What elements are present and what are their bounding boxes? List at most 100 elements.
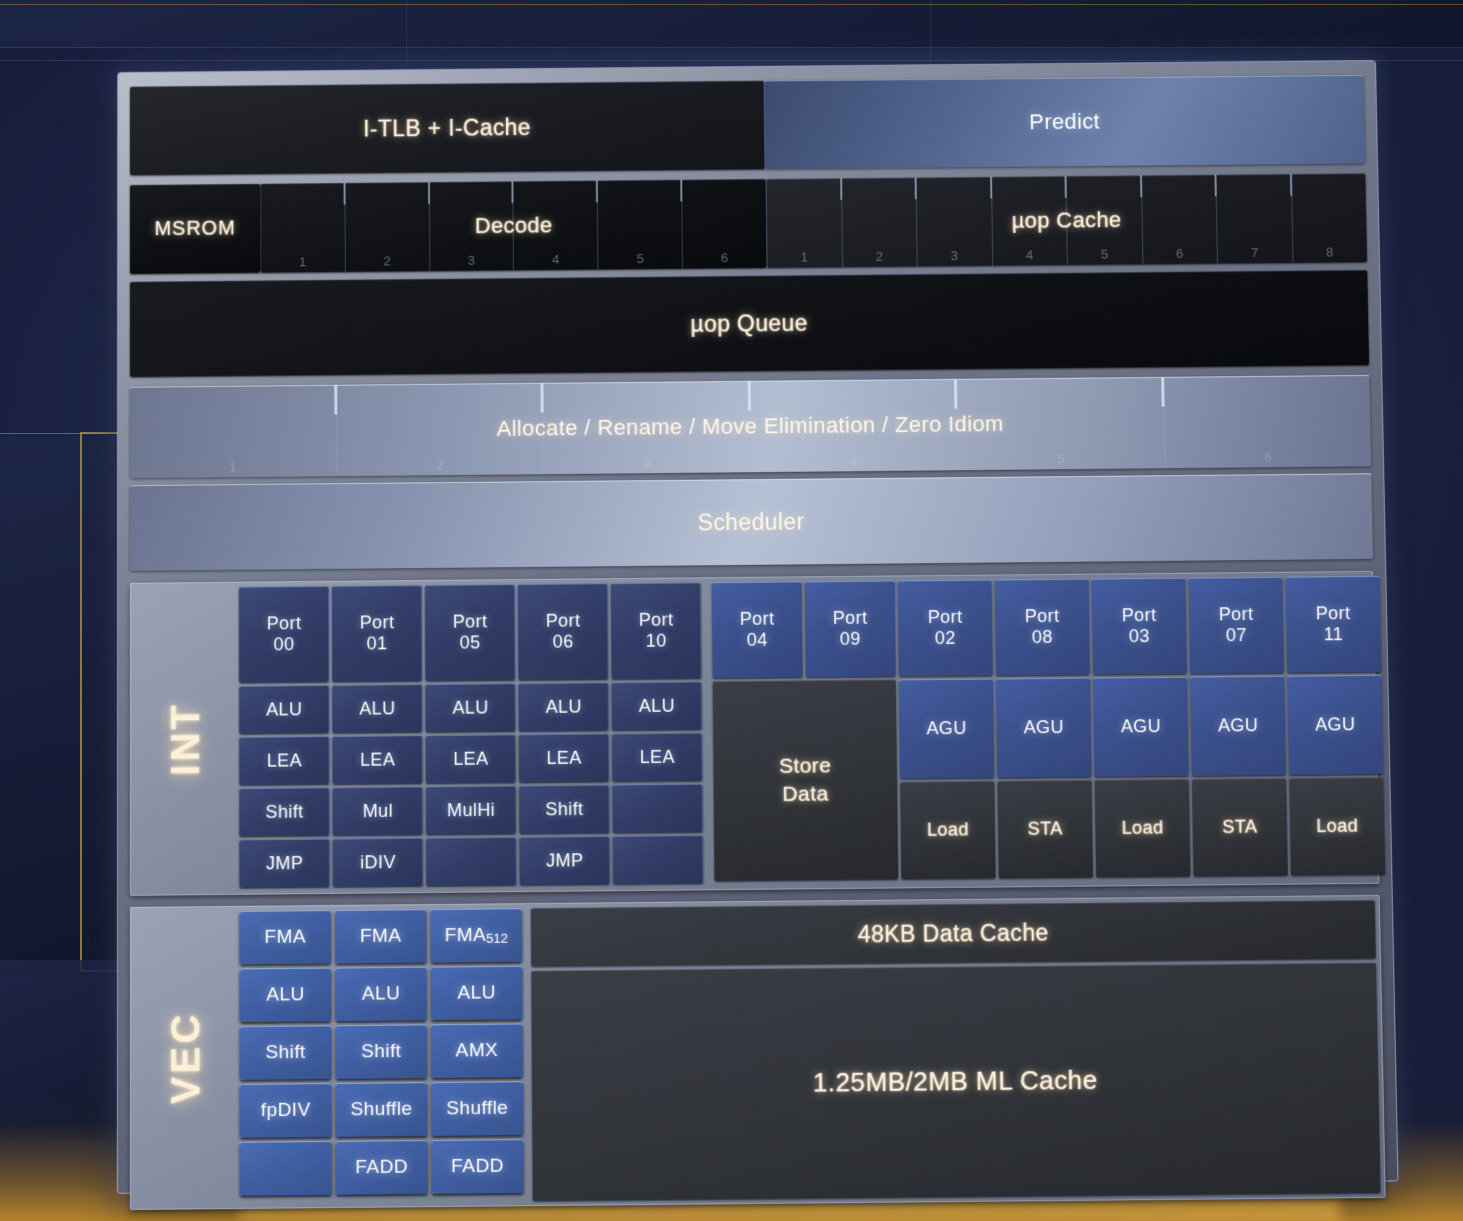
vec-label-text: VEC: [164, 1011, 210, 1105]
port-header-10[interactable]: Port 10: [610, 582, 702, 680]
exec-unit[interactable]: LEA: [425, 734, 517, 784]
vec-unit-label: Shift: [361, 1040, 402, 1062]
decode-block[interactable]: 1 2 3 4 5 6 Decode: [260, 178, 767, 273]
exec-unit[interactable]: ALU: [611, 681, 703, 731]
uop-cache-block[interactable]: 1 2 3 4 5 6 7 8 µop Cache: [765, 173, 1368, 268]
mem-op-unit[interactable]: Load: [1289, 777, 1386, 876]
vec-unit[interactable]: Shift: [335, 1024, 428, 1079]
vec-unit[interactable]: Shift: [239, 1025, 332, 1080]
vec-unit-label: FADD: [355, 1155, 409, 1178]
agu-unit[interactable]: AGU: [1287, 674, 1384, 775]
int-section-label: INT: [135, 587, 239, 891]
agu-unit[interactable]: AGU: [1093, 676, 1189, 777]
port-number: 08: [1031, 626, 1053, 648]
mem-op-unit[interactable]: Load: [1094, 778, 1191, 878]
vec-unit-label: Shift: [265, 1041, 306, 1063]
exec-unit-label: ALU: [452, 696, 489, 718]
data-cache-block[interactable]: 48KB Data Cache: [530, 899, 1376, 967]
port-header-01[interactable]: Port 01: [331, 585, 423, 682]
exec-unit[interactable]: ALU: [425, 683, 516, 733]
store-data-line-2: Data: [782, 781, 829, 806]
port-header-03[interactable]: Port 03: [1091, 577, 1188, 675]
uop-cache-lane: 1: [766, 178, 843, 268]
port-column-10: Port 10 ALU LEA: [610, 582, 704, 886]
exec-unit[interactable]: JMP: [239, 838, 330, 888]
exec-unit[interactable]: ALU: [518, 682, 609, 732]
decode-lane: 6: [682, 179, 766, 269]
decode-lane-num: 3: [467, 252, 476, 268]
port-header-07[interactable]: Port 07: [1188, 576, 1285, 674]
exec-unit[interactable]: LEA: [611, 732, 703, 782]
vec-unit[interactable]: ALU: [335, 966, 427, 1022]
mem-op-unit[interactable]: STA: [1191, 778, 1288, 877]
cpu-die: I-TLB + I-Cache Predict MSROM 1 2 3 4 5 …: [117, 61, 1398, 1211]
port-header-05[interactable]: Port 05: [424, 584, 516, 681]
decode-lane-num: 6: [720, 250, 729, 266]
port-header-08[interactable]: Port 08: [994, 578, 1090, 676]
vec-unit[interactable]: FADD: [431, 1139, 524, 1194]
allocate-lane-num: 4: [850, 453, 858, 469]
port-word: Port: [927, 607, 963, 628]
vec-unit[interactable]: Shuffle: [335, 1082, 428, 1137]
exec-unit[interactable]: LEA: [332, 735, 423, 785]
uop-queue-block[interactable]: µop Queue: [129, 269, 1370, 377]
exec-unit-label: Mul: [362, 800, 393, 821]
allocate-block[interactable]: 1 2 3 4 5 6 Allocate / Rename / Move Eli…: [129, 374, 1372, 479]
port-word: Port: [1218, 604, 1254, 625]
exec-unit-label: LEA: [266, 749, 303, 771]
vec-unit-fma512[interactable]: FMA 512: [430, 908, 523, 963]
port-header-04[interactable]: Port 04: [711, 581, 803, 679]
agu-unit[interactable]: AGU: [1190, 675, 1287, 776]
vec-unit[interactable]: ALU: [430, 965, 523, 1021]
decode-lane-num: 5: [636, 251, 645, 267]
msrom-block[interactable]: MSROM: [129, 183, 261, 274]
port-header-06[interactable]: Port 06: [517, 583, 609, 681]
exec-unit[interactable]: LEA: [239, 736, 330, 786]
decode-lane: 5: [598, 179, 684, 270]
exec-unit[interactable]: iDIV: [332, 837, 424, 887]
uop-cache-lane-num: 3: [950, 248, 959, 264]
port-header-09[interactable]: Port 09: [804, 580, 896, 678]
port-column-03: Port 03 AGU Load: [1091, 577, 1191, 882]
vec-section-label: VEC: [135, 911, 240, 1205]
decode-lane-num: 4: [552, 251, 560, 267]
uop-cache-lane: 2: [841, 177, 918, 268]
vec-unit[interactable]: fpDIV: [239, 1083, 332, 1138]
exec-unit[interactable]: Shift: [239, 787, 330, 837]
uop-cache-label: µop Cache: [1011, 207, 1122, 233]
ml-cache-block[interactable]: 1.25MB/2MB ML Cache: [531, 962, 1381, 1202]
agu-unit[interactable]: AGU: [898, 678, 995, 779]
die-wrapper: I-TLB + I-Cache Predict MSROM 1 2 3 4 5 …: [0, 0, 1463, 1221]
exec-unit[interactable]: Shift: [519, 784, 610, 834]
exec-unit[interactable]: MulHi: [425, 785, 517, 835]
int-port-grid: Port 00 ALU LEA Shift JMP Port 01 ALU LE…: [238, 575, 1386, 890]
scheduler-block[interactable]: Scheduler: [129, 473, 1374, 571]
agu-unit[interactable]: AGU: [995, 677, 1092, 778]
mem-op-unit[interactable]: Load: [900, 780, 996, 880]
vec-unit[interactable]: FMA: [334, 909, 427, 964]
exec-unit-label: LEA: [639, 746, 675, 767]
vec-unit[interactable]: Shuffle: [431, 1081, 524, 1136]
exec-unit-label: ALU: [638, 695, 676, 716]
port-header-00[interactable]: Port 00: [238, 585, 330, 683]
port-header-02[interactable]: Port 02: [897, 579, 993, 677]
vec-unit-label: ALU: [266, 983, 305, 1006]
port-header-11[interactable]: Port 11: [1285, 575, 1382, 673]
int-alu-port-group: Port 00 ALU LEA Shift JMP Port 01 ALU LE…: [238, 582, 704, 889]
exec-unit[interactable]: ALU: [332, 683, 423, 733]
port-number: 04: [746, 629, 768, 650]
vec-unit[interactable]: ALU: [239, 967, 332, 1023]
port-number: 09: [839, 628, 861, 649]
exec-unit[interactable]: LEA: [518, 733, 610, 783]
vec-unit[interactable]: FADD: [335, 1139, 428, 1195]
mem-op-unit[interactable]: STA: [997, 779, 1094, 879]
vec-unit[interactable]: AMX: [430, 1023, 523, 1079]
exec-unit[interactable]: Mul: [332, 786, 424, 836]
store-data-block[interactable]: Store Data: [712, 679, 899, 882]
predict-block[interactable]: Predict: [764, 74, 1366, 170]
itlb-icache-block[interactable]: I-TLB + I-Cache: [129, 80, 766, 176]
decode-lane-num: 2: [383, 253, 392, 269]
exec-unit[interactable]: JMP: [519, 835, 611, 886]
vec-unit[interactable]: FMA: [239, 910, 332, 965]
exec-unit[interactable]: ALU: [239, 684, 330, 734]
